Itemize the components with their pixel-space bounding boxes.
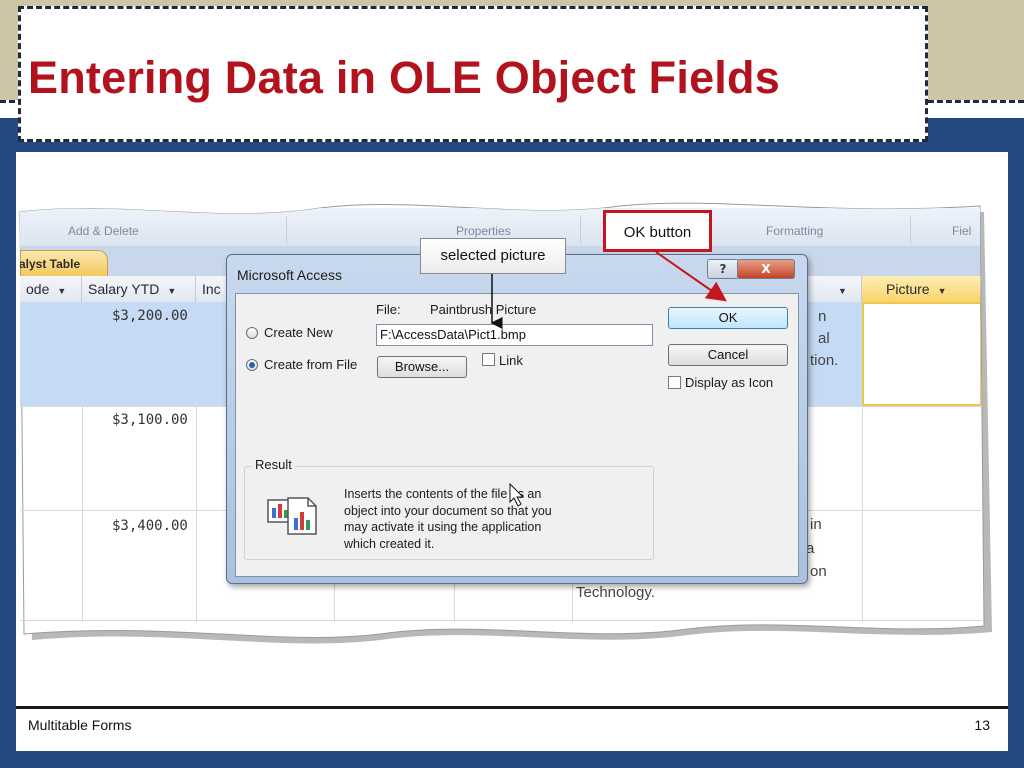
background-cell-text: on	[810, 563, 827, 580]
display-as-icon-checkbox[interactable]	[668, 376, 681, 389]
result-line: object into your document so that you	[344, 503, 552, 518]
dropdown-arrow-icon[interactable]: ▼	[838, 286, 847, 296]
close-icon[interactable]: X	[737, 259, 795, 279]
ribbon-group-properties: Properties	[456, 224, 511, 238]
ribbon-group-add-delete: Add & Delete	[68, 224, 139, 238]
file-label: File:	[376, 302, 401, 317]
link-label[interactable]: Link	[499, 353, 523, 368]
radio-create-new[interactable]	[246, 327, 258, 339]
dialog-body: File: Paintbrush Picture F:\AccessData\P…	[235, 293, 799, 577]
callout-ok-button: OK button	[603, 210, 712, 252]
grid-line	[82, 302, 83, 622]
create-new-label[interactable]: Create New	[264, 325, 333, 340]
tab-analyst-table[interactable]: alyst Table	[20, 250, 108, 276]
ribbon-group-formatting: Formatting	[766, 224, 824, 238]
footer-title: Multitable Forms	[28, 717, 132, 733]
salary-cell[interactable]: $3,200.00	[112, 308, 188, 324]
background-cell-text: in	[810, 516, 822, 533]
background-cell-text: al	[818, 330, 830, 347]
link-checkbox[interactable]	[482, 353, 495, 366]
result-line: may activate it using the application	[344, 520, 542, 534]
ribbon-separator	[910, 216, 911, 244]
grid-line	[196, 302, 197, 622]
browse-button[interactable]: Browse...	[377, 356, 467, 378]
display-as-icon-label[interactable]: Display as Icon	[685, 375, 773, 390]
create-from-file-label[interactable]: Create from File	[264, 357, 357, 372]
column-header-code[interactable]: ode ▼	[20, 276, 82, 302]
ok-button[interactable]: OK	[668, 307, 788, 329]
column-header-picture[interactable]: Picture ▼	[862, 276, 982, 302]
insert-object-dialog: Microsoft Access ? X File: Paintbrush Pi…	[226, 254, 808, 584]
dropdown-arrow-icon[interactable]: ▼	[938, 286, 947, 296]
dropdown-arrow-icon[interactable]: ▼	[57, 286, 66, 296]
ribbon-group-fields: Fiel	[952, 224, 972, 238]
salary-cell[interactable]: $3,100.00	[112, 412, 188, 428]
column-label: Picture	[886, 281, 930, 297]
slide-title: Entering Data in OLE Object Fields	[28, 52, 780, 103]
background-cell-text: n	[818, 308, 827, 325]
radio-create-from-file[interactable]	[246, 359, 258, 371]
column-header-prev[interactable]: ▼	[832, 276, 862, 302]
column-label: Inc	[202, 281, 221, 297]
result-line: Inserts the contents of the file as an	[344, 487, 542, 501]
salary-cell[interactable]: $3,400.00	[112, 518, 188, 534]
picture-cell-active[interactable]	[862, 302, 982, 406]
dropdown-arrow-icon[interactable]: ▼	[167, 286, 176, 296]
cancel-button[interactable]: Cancel	[668, 344, 788, 366]
slide-number: 13	[974, 717, 990, 733]
help-icon[interactable]: ?	[707, 259, 739, 279]
result-heading: Result	[252, 457, 295, 472]
ole-object-icon	[267, 497, 317, 535]
result-description: Inserts the contents of the file as an o…	[344, 486, 584, 552]
background-cell-text: Technology.	[576, 584, 655, 601]
callout-selected-picture: selected picture	[420, 238, 566, 274]
column-header-salary-ytd[interactable]: Salary YTD ▼	[82, 276, 196, 302]
column-label: Salary YTD	[88, 281, 160, 297]
result-line: which created it.	[344, 536, 435, 551]
ribbon-separator	[580, 216, 581, 244]
file-type-label: Paintbrush Picture	[430, 302, 537, 317]
ribbon-separator	[286, 216, 287, 244]
file-path-input[interactable]: F:\AccessData\Pict1.bmp	[376, 324, 653, 346]
background-cell-text: tion.	[810, 352, 839, 369]
dialog-title: Microsoft Access	[237, 267, 343, 283]
footer-bar	[16, 709, 1008, 751]
column-label: ode	[26, 281, 50, 297]
